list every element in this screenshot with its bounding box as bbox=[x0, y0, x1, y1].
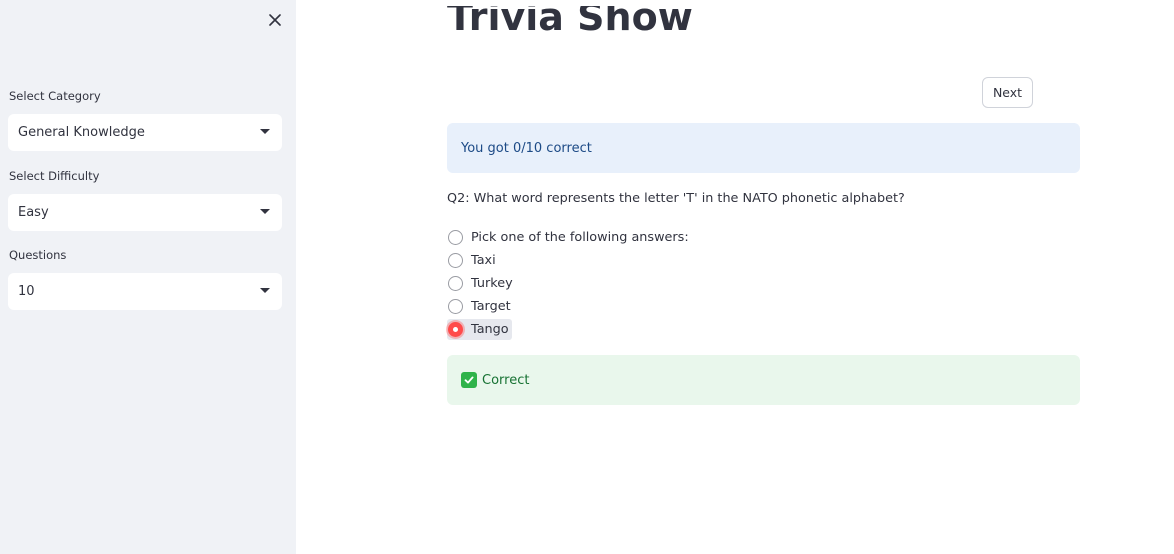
page-title-wrapper: Trivia Show bbox=[447, 6, 693, 58]
category-value: General Knowledge bbox=[18, 125, 145, 140]
score-text: You got 0/10 correct bbox=[461, 140, 592, 156]
radio-option[interactable]: Pick one of the following answers: bbox=[447, 227, 689, 248]
difficulty-select[interactable]: Easy bbox=[8, 194, 282, 231]
radio-label: Pick one of the following answers: bbox=[471, 230, 689, 245]
score-info-box: You got 0/10 correct bbox=[447, 123, 1080, 173]
close-icon bbox=[269, 14, 281, 26]
questions-select[interactable]: 10 bbox=[8, 273, 282, 310]
next-button[interactable]: Next bbox=[982, 77, 1033, 108]
result-success-box: Correct bbox=[447, 355, 1080, 405]
radio-label: Turkey bbox=[471, 276, 513, 291]
close-sidebar-button[interactable] bbox=[264, 9, 286, 31]
radio-label: Target bbox=[471, 299, 511, 314]
radio-circle[interactable] bbox=[448, 299, 463, 314]
radio-circle[interactable] bbox=[448, 322, 463, 337]
chevron-down-icon bbox=[260, 129, 270, 134]
radio-label: Tango bbox=[471, 322, 509, 337]
question-text: Q2: What word represents the letter 'T' … bbox=[447, 191, 905, 206]
main-content: Trivia Show Next You got 0/10 correct Q2… bbox=[296, 0, 1174, 554]
radio-label: Taxi bbox=[471, 253, 496, 268]
category-label: Select Category bbox=[9, 89, 101, 103]
radio-option[interactable]: Target bbox=[447, 296, 511, 317]
radio-circle[interactable] bbox=[448, 276, 463, 291]
radio-option[interactable]: Turkey bbox=[447, 273, 513, 294]
app: Select Category General Knowledge Select… bbox=[0, 0, 1174, 554]
page-title: Trivia Show bbox=[447, 6, 693, 39]
difficulty-label: Select Difficulty bbox=[9, 169, 100, 183]
check-icon bbox=[461, 372, 477, 388]
sidebar: Select Category General Knowledge Select… bbox=[0, 0, 296, 554]
result-text: Correct bbox=[482, 372, 530, 388]
chevron-down-icon bbox=[260, 209, 270, 214]
questions-value: 10 bbox=[18, 284, 35, 299]
category-select[interactable]: General Knowledge bbox=[8, 114, 282, 151]
radio-option[interactable]: Taxi bbox=[447, 250, 496, 271]
difficulty-value: Easy bbox=[18, 205, 49, 220]
radio-circle[interactable] bbox=[448, 253, 463, 268]
radio-circle[interactable] bbox=[448, 230, 463, 245]
radio-option[interactable]: Tango bbox=[447, 319, 512, 340]
chevron-down-icon bbox=[260, 288, 270, 293]
questions-label: Questions bbox=[9, 248, 67, 262]
